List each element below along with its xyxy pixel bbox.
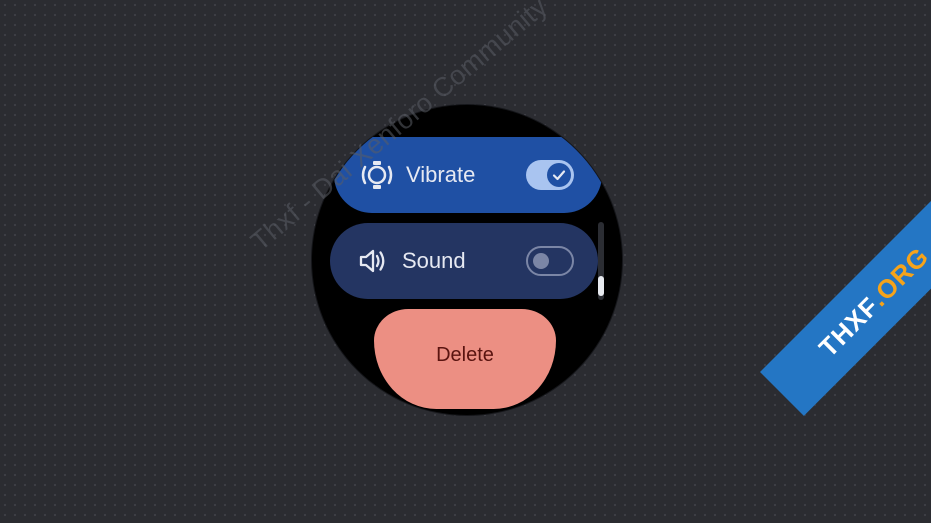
sound-toggle-chip[interactable]: Sound	[330, 223, 598, 299]
speaker-icon	[359, 249, 385, 273]
scrollbar[interactable]	[598, 222, 604, 300]
vibrate-switch[interactable]	[526, 160, 574, 190]
sound-label: Sound	[402, 248, 466, 273]
vibrate-toggle-chip[interactable]: Vibrate	[334, 137, 602, 213]
scrollbar-thumb[interactable]	[598, 276, 604, 296]
delete-label: Delete	[436, 344, 494, 366]
vibrate-watch-icon	[361, 161, 393, 189]
delete-button[interactable]: Delete	[374, 309, 556, 409]
checkmark-icon	[552, 170, 566, 181]
switch-knob	[547, 163, 571, 187]
sound-switch[interactable]	[526, 246, 574, 276]
corner-logo-badge: THXF .ORG	[760, 188, 931, 416]
vibrate-label: Vibrate	[406, 162, 476, 187]
watch-face: Vibrate Sound Delete	[312, 105, 622, 415]
watch-screen: Vibrate Sound Delete	[312, 105, 622, 415]
switch-knob	[533, 253, 549, 269]
